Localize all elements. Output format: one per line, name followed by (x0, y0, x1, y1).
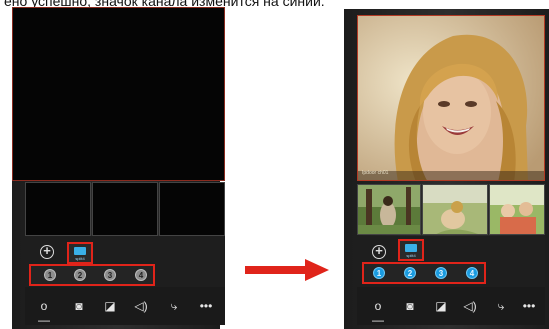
speaker-icon[interactable]: ◁) (132, 299, 150, 313)
channel-1-button-right[interactable]: 1 (373, 267, 385, 279)
split-screen-button[interactable]: split4 (67, 242, 93, 264)
phone-hangup-icon[interactable]: ⤷ (492, 299, 510, 313)
transition-arrow-icon (245, 259, 329, 281)
split-label: split4 (75, 256, 85, 261)
left-subscreen-3[interactable] (92, 182, 158, 236)
channel-1-button[interactable]: 1 (44, 269, 56, 281)
video-record-icon[interactable]: ◪ (101, 299, 119, 313)
split-screen-button-right[interactable]: split4 (398, 239, 424, 261)
key-icon[interactable]: o— (369, 299, 387, 327)
family-video-image (490, 185, 544, 234)
channel-2-button[interactable]: 2 (74, 269, 86, 281)
left-subscreen-4[interactable] (159, 182, 225, 236)
speaker-icon[interactable]: ◁) (461, 299, 479, 313)
monitor-icon (74, 247, 86, 255)
add-device-button-right[interactable]: + (372, 244, 386, 259)
split-label: split4 (406, 253, 416, 258)
video-record-icon[interactable]: ◪ (432, 299, 450, 313)
channel-2-button-right[interactable]: 2 (404, 267, 416, 279)
camera-icon[interactable]: ◙ (401, 299, 419, 313)
right-channel-row: 1 2 3 4 (362, 262, 486, 284)
channel-4-button[interactable]: 4 (135, 269, 147, 281)
channel-3-button[interactable]: 3 (104, 269, 116, 281)
more-icon[interactable]: ••• (520, 299, 538, 313)
video-channel-caption: Ipdoor ch01 (362, 170, 389, 176)
left-subscreen-2[interactable] (25, 182, 91, 236)
right-main-video-screen[interactable]: Ipdoor ch01 (357, 15, 545, 181)
monitor-icon (405, 244, 417, 252)
channel-3-button-right[interactable]: 3 (435, 267, 447, 279)
left-toolbar: o— ◙ ◪ ◁) ⤷ ••• (25, 287, 225, 327)
woman-face-video-image (358, 16, 544, 180)
key-icon[interactable]: o— (35, 299, 53, 327)
field-video-image (423, 185, 487, 234)
thumbnail-2[interactable] (357, 184, 421, 235)
thumbnail-4[interactable] (489, 184, 545, 235)
more-icon[interactable]: ••• (197, 299, 215, 313)
camera-icon[interactable]: ◙ (70, 299, 88, 313)
left-main-video-screen[interactable] (12, 7, 225, 181)
add-device-button[interactable]: + (40, 244, 54, 259)
thumbnail-3[interactable] (422, 184, 488, 235)
channel-4-button-right[interactable]: 4 (466, 267, 478, 279)
park-video-image (358, 185, 420, 234)
phone-hangup-icon[interactable]: ⤷ (165, 299, 183, 313)
right-toolbar: o— ◙ ◪ ◁) ⤷ ••• (357, 287, 545, 327)
left-channel-row: 1 2 3 4 (29, 264, 155, 286)
